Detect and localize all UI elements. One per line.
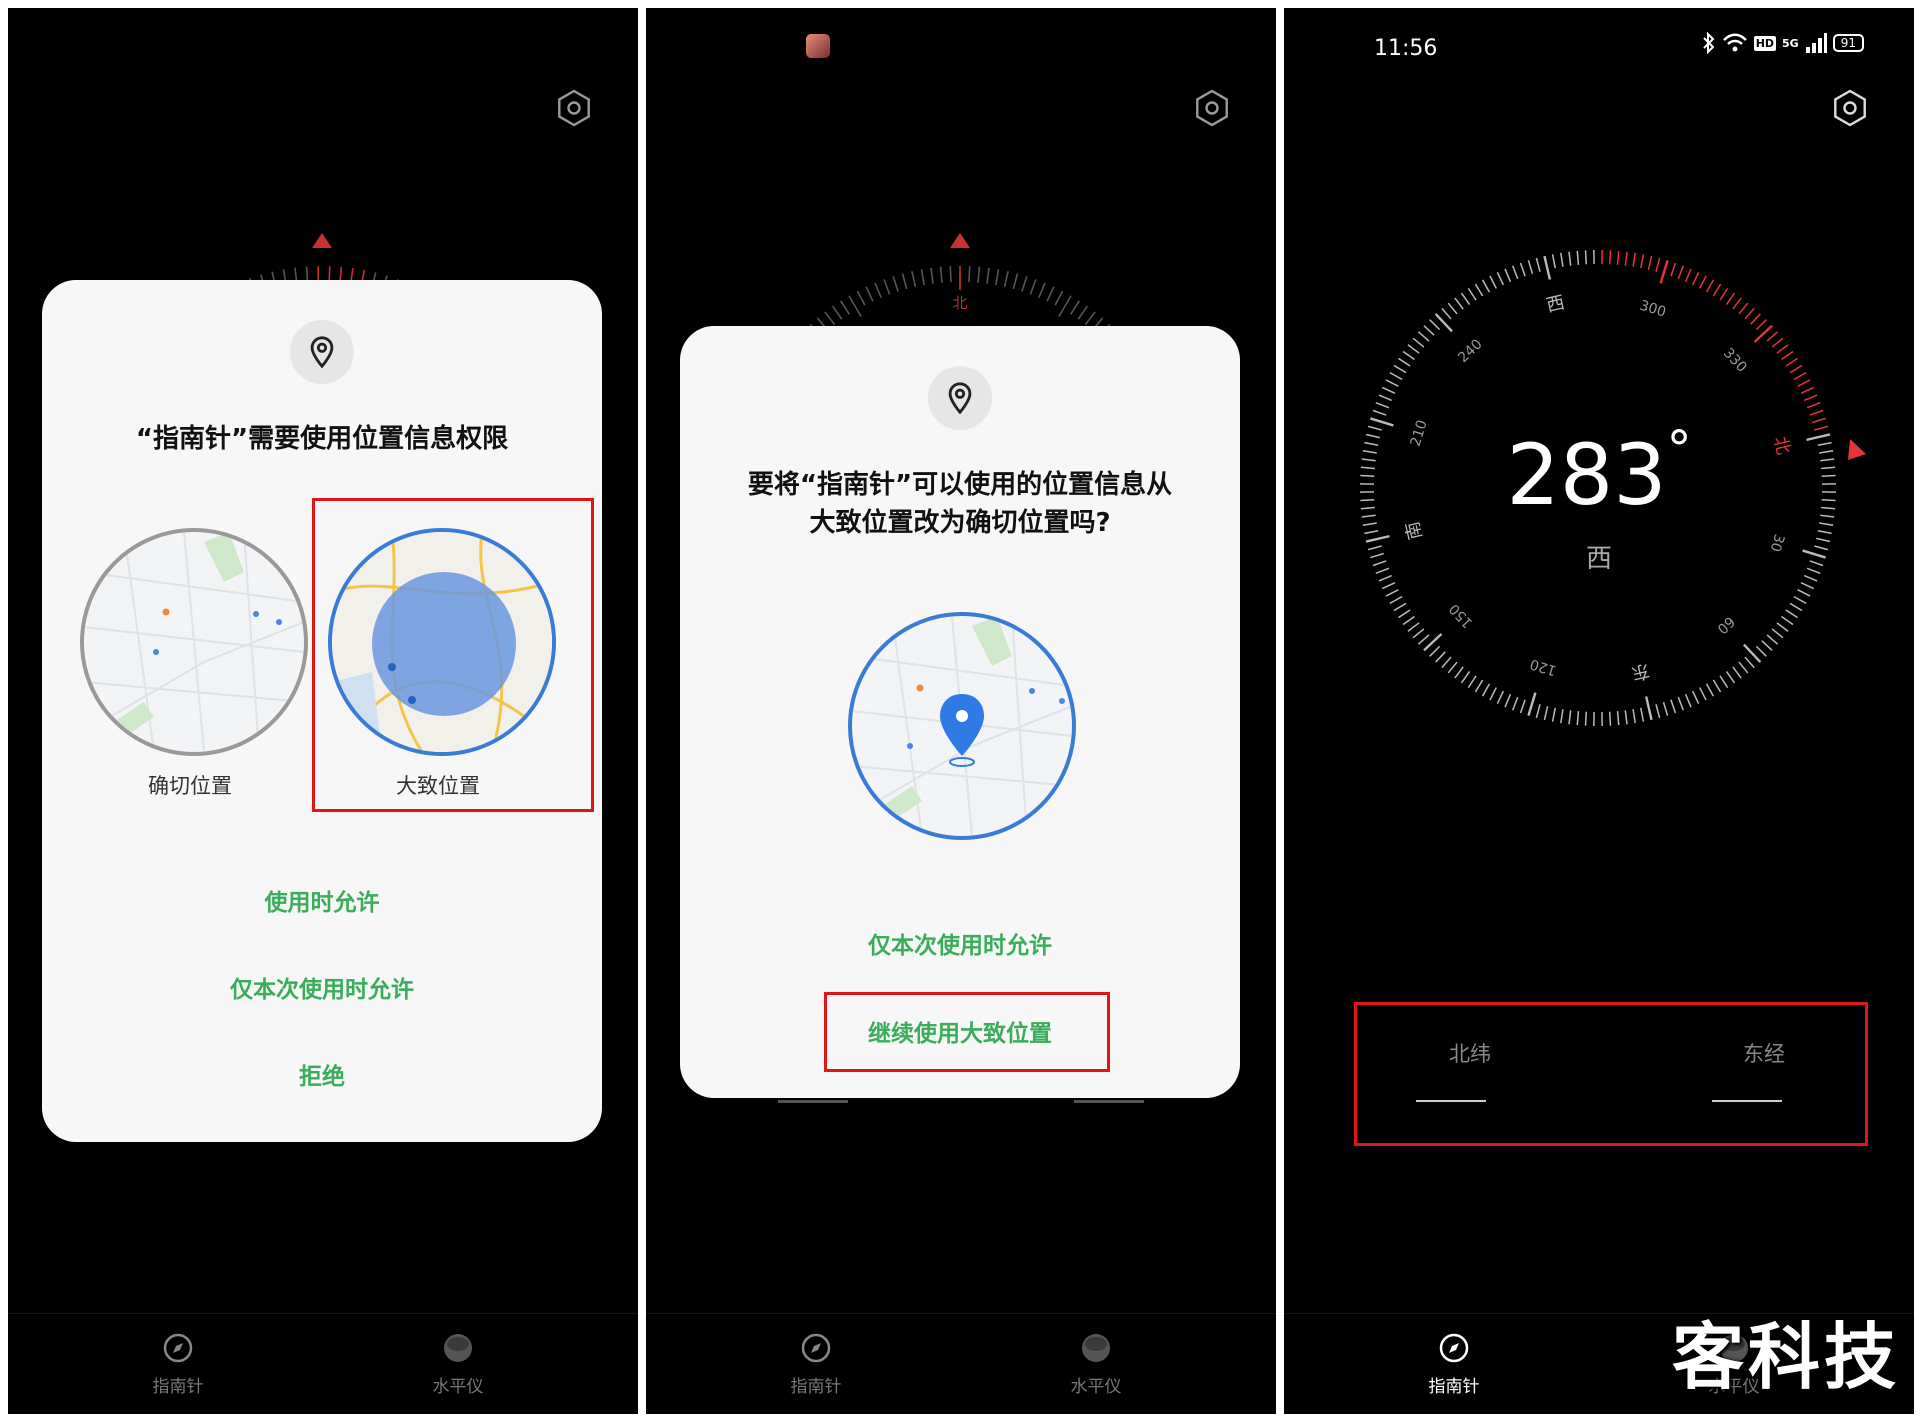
dialog-title-line1: 要将“指南针”可以使用的位置信息从: [747, 470, 1173, 500]
tab-compass[interactable]: 指南针: [756, 1332, 876, 1397]
tab-compass[interactable]: 指南针: [1394, 1332, 1514, 1397]
heading-direction: 西: [1585, 544, 1612, 574]
tab-level[interactable]: 水平仪: [1036, 1332, 1156, 1397]
allow-only-this-time-button[interactable]: 仅本次使用时允许: [42, 970, 602, 1004]
dialog-title-line2: 大致位置改为确切位置吗?: [809, 508, 1111, 538]
dial-label-d330: 330: [1720, 345, 1750, 375]
tab-level-label: 水平仪: [1070, 1377, 1122, 1397]
compass-icon: [801, 1333, 831, 1363]
level-icon: [1082, 1334, 1110, 1362]
dial-label-west: 西: [1544, 292, 1566, 317]
compass-dial-background: 北: [802, 233, 1118, 343]
bottom-navigation: 指南针 水平仪: [646, 1313, 1276, 1414]
heading-degree: °: [1666, 420, 1692, 478]
watermark-text: 客科技: [1672, 1315, 1901, 1399]
panel-compass-main: 11:56 HD 5G 91 西南东北 300 330 240 210 150 120 60 3…: [1284, 8, 1914, 1414]
heading-value: 283: [1506, 426, 1667, 524]
dial-label-d150: 150: [1446, 600, 1476, 630]
tab-compass-label: 指南针: [1428, 1377, 1480, 1397]
dial-label-d60: 60: [1714, 613, 1738, 637]
coordinate-placeholder-left: [778, 1100, 848, 1103]
compass-dial-background: [238, 233, 399, 298]
precise-location-label: 确切位置: [148, 774, 232, 798]
panel-upgrade-precision: 北 要将“指南针”可以使用的位置信息从 大致位置改为确切位置吗? 仅本次使用时允…: [646, 8, 1276, 1414]
tab-compass[interactable]: 指南针: [118, 1332, 238, 1397]
highlight-approximate-option: [312, 498, 594, 812]
dial-label-d240: 240: [1455, 336, 1485, 366]
bottom-navigation: 指南针 水平仪: [8, 1313, 638, 1414]
dial-label-d300: 300: [1638, 298, 1668, 321]
highlight-keep-approximate: [824, 992, 1110, 1072]
allow-while-using-button[interactable]: 使用时允许: [42, 883, 602, 917]
level-icon: [444, 1334, 472, 1362]
precision-dialog: 要将“指南针”可以使用的位置信息从 大致位置改为确切位置吗? 仅本次使用时允许 …: [680, 326, 1240, 1098]
allow-only-this-time-button[interactable]: 仅本次使用时允许: [680, 926, 1240, 960]
compass-dial: 西南东北3003302402101501206030: [1360, 250, 1866, 726]
dial-label-east: 东: [1629, 659, 1651, 684]
compass-north-label: 北: [952, 294, 967, 312]
panel-permission-request: “指南针”需要使用位置信息权限 确切位置 大致位置 使用时允许 仅本次使用时允许…: [8, 8, 638, 1414]
highlight-coordinates: [1354, 1002, 1868, 1146]
coordinate-placeholder-right: [1074, 1100, 1144, 1103]
precise-location-map: [848, 612, 1076, 840]
compass-icon: [163, 1333, 193, 1363]
precise-location-map[interactable]: [80, 528, 308, 756]
dial-label-d120: 120: [1528, 655, 1558, 678]
compass-icon: [1439, 1333, 1469, 1363]
deny-button[interactable]: 拒绝: [42, 1057, 602, 1091]
tab-level[interactable]: 水平仪: [398, 1332, 518, 1397]
location-pin-icon: [928, 366, 992, 430]
location-pin-icon: [290, 320, 354, 384]
tab-level-label: 水平仪: [432, 1377, 484, 1397]
dialog-title: “指南针”需要使用位置信息权限: [135, 424, 509, 454]
tab-compass-label: 指南针: [152, 1377, 204, 1397]
heading-readout: 283°: [1284, 420, 1914, 524]
tab-compass-label: 指南针: [790, 1377, 842, 1397]
